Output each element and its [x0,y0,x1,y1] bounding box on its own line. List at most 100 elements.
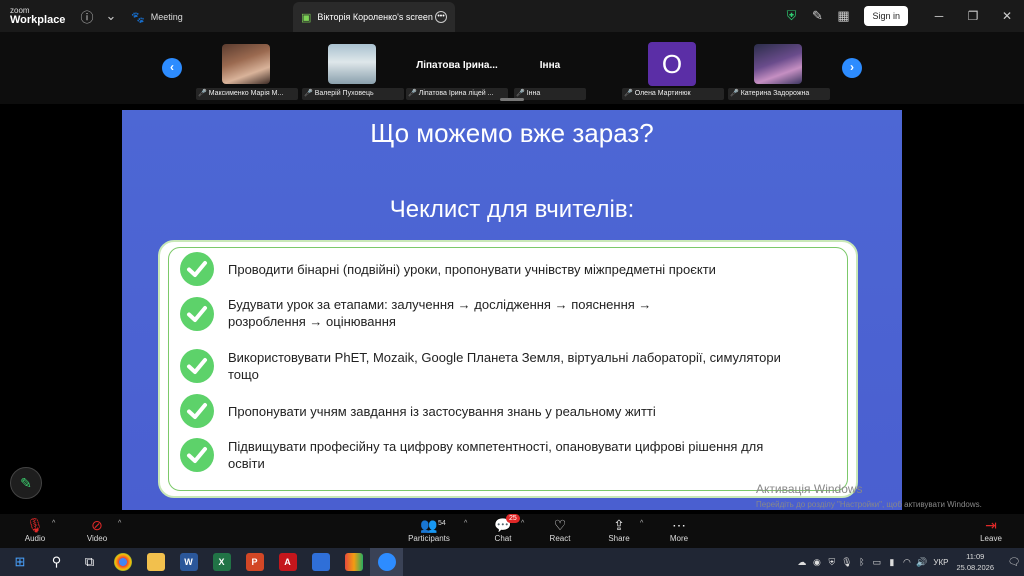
shield-icon[interactable]: ⛨ [778,4,804,28]
close-button[interactable]: ✕ [990,9,1024,23]
windows-start-button[interactable]: ⊞ [0,548,40,576]
chrome-tray-icon[interactable]: ◉ [809,557,824,568]
checklist-item: Проводити бінарні (подвійні) уроки, проп… [228,262,716,277]
minimize-button[interactable]: ─ [922,9,956,23]
search-icon[interactable]: ⚲ [40,548,73,576]
zoom-app-icon[interactable] [370,548,403,576]
language-indicator[interactable]: УКР [933,558,948,567]
system-tray: ☁ ◉ ⛨ 🎙 ᛒ ▭ ▮ ◠ 🔊 УКР 11:09 25.08.2026 🗨 [794,548,1024,576]
task-view-icon[interactable]: ⧉ [73,548,106,576]
notifications-icon[interactable]: 🗨 [1004,557,1024,568]
wifi-icon[interactable]: ◠ [899,557,914,568]
check-icon [180,438,214,472]
magic-wand-icon[interactable]: ✎ [804,4,830,28]
acrobat-app-icon[interactable]: A [271,548,304,576]
participant-name: Інна [526,90,541,97]
audio-options-chevron-icon[interactable]: ^ [52,520,55,527]
muted-mic-icon: 🎤 [198,90,207,97]
excel-app-icon[interactable]: X [205,548,238,576]
slide-subtitle: Чеклист для вчителів: [389,196,635,223]
check-icon [180,349,214,383]
video-options-chevron-icon[interactable]: ^ [118,520,121,527]
restore-button[interactable]: ❐ [956,9,990,23]
clock[interactable]: 11:09 25.08.2026 [956,551,994,573]
leave-button[interactable]: ⇥ Leave [966,516,1016,543]
prev-page-button[interactable]: ‹ [162,58,182,78]
participant-name: Катерина Задорожна [740,90,810,97]
more-options-icon[interactable]: ••• [435,11,447,23]
participant-photo [222,44,270,84]
apps-app-icon[interactable] [337,548,370,576]
participant-tile[interactable]: 🎤 Катерина Задорожна [728,42,830,100]
participants-options-chevron-icon[interactable]: ^ [464,520,467,527]
check-icon [180,252,214,286]
more-button[interactable]: ⋯ More [654,516,704,543]
slide-title: Що можемо вже зараз? [370,118,654,148]
microphone-icon[interactable]: 🎙 [839,557,854,568]
tab-screen-label: Вікторія Короленко's screen [317,12,433,22]
check-icon [180,297,214,331]
react-button[interactable]: ♡ React [535,516,585,543]
paw-icon: 🐾 [131,11,145,24]
bluetooth-icon[interactable]: ᛒ [854,557,869,567]
tab-meeting-label: Meeting [150,12,183,22]
participant-name: Олена Мартинюк [634,90,691,97]
share-options-chevron-icon[interactable]: ^ [640,520,643,527]
pen-icon: ✎ [20,474,32,491]
checklist-item: Підвищувати професійну та цифрову компет… [228,439,764,471]
chrome-app-icon[interactable] [106,548,139,576]
checklist-card: Проводити бінарні (подвійні) уроки, проп… [158,240,858,498]
heart-icon: ♡ [553,517,567,533]
strip-resize-handle[interactable] [500,98,524,101]
tab-meeting[interactable]: 🐾 Meeting [123,2,293,32]
participant-tile[interactable]: 🎤 Валерій Пуховець [302,42,404,100]
participant-display-name: Ліпатова Ірина... [416,60,498,71]
windows-activation-watermark: Активація Windows Перейдіть до розділу "… [756,482,982,509]
folder-tray-icon[interactable]: ▭ [869,557,884,568]
checklist-item: Пропонувати учням завдання із застосуван… [228,404,656,419]
cloud-icon[interactable]: ☁ [794,557,809,568]
video-button[interactable]: ⊘ Video [72,516,122,543]
video-off-icon: ⊘ [91,517,103,533]
chat-unread-badge: 25 [506,514,520,523]
share-screen-icon: ⇪ [613,517,625,533]
title-bar: zoom Workplace ⓘ ⌄ 🐾 Meeting ▣ Вікторія … [0,0,1024,32]
photos-app-icon[interactable] [304,548,337,576]
file-explorer-app-icon[interactable] [139,548,172,576]
powerpoint-app-icon[interactable]: P [238,548,271,576]
participant-name: Валерій Пуховець [314,90,374,97]
windows-taskbar: ⊞ ⚲ ⧉ W X P A ☁ ◉ ⛨ 🎙 ᛒ ▭ ▮ ◠ 🔊 УКР 11:0… [0,548,1024,576]
checklist-item: Використовувати PhET, Mozaik, Google Пла… [228,350,781,382]
battery-icon[interactable]: ▮ [884,557,899,568]
more-icon: ⋯ [672,517,686,533]
shield-tray-icon[interactable]: ⛨ [824,557,839,568]
sign-in-button[interactable]: Sign in [864,6,908,26]
participants-icon: 👥 [420,517,438,533]
grid-view-icon[interactable]: ▦ [830,4,856,28]
muted-mic-icon: 🎤 [304,90,313,97]
participant-display-name: Інна [539,60,561,71]
volume-icon[interactable]: 🔊 [914,557,929,568]
leave-icon: ⇥ [985,517,997,533]
chevron-down-icon[interactable]: ⌄ [99,4,123,28]
participants-button[interactable]: 👥 54 Participants [404,516,454,543]
annotate-pen-button[interactable]: ✎ [10,467,42,499]
share-button[interactable]: ⇪ Share [594,516,644,543]
muted-mic-icon: 🎤 [730,90,739,97]
participant-tile[interactable]: Інна 🎤 Інна [514,42,586,100]
participant-photo [754,44,802,84]
word-app-icon[interactable]: W [172,548,205,576]
meeting-toolbar: 🎙 Audio ^ ⊘ Video ^ 👥 54 Participants ^ … [0,514,1024,548]
chat-options-chevron-icon[interactable]: ^ [521,520,524,527]
info-icon[interactable]: ⓘ [75,4,99,28]
muted-mic-icon: 🎤 [624,90,633,97]
participant-name: Максименко Марія М... [208,90,284,97]
checklist-item: Будувати урок за етапами: залучення → до… [228,297,652,329]
tab-shared-screen[interactable]: ▣ Вікторія Короленко's screen ••• [293,2,455,32]
participant-tile[interactable]: Ліпатова Ірина... 🎤 Ліпатова Ірина ліцей … [406,42,508,100]
participant-tile[interactable]: О 🎤 Олена Мартинюк [622,42,724,100]
check-icon [180,394,214,428]
next-page-button[interactable]: › [842,58,862,78]
muted-mic-icon: 🎤 [516,90,525,97]
participant-tile[interactable]: 🎤 Максименко Марія М... [196,42,298,100]
